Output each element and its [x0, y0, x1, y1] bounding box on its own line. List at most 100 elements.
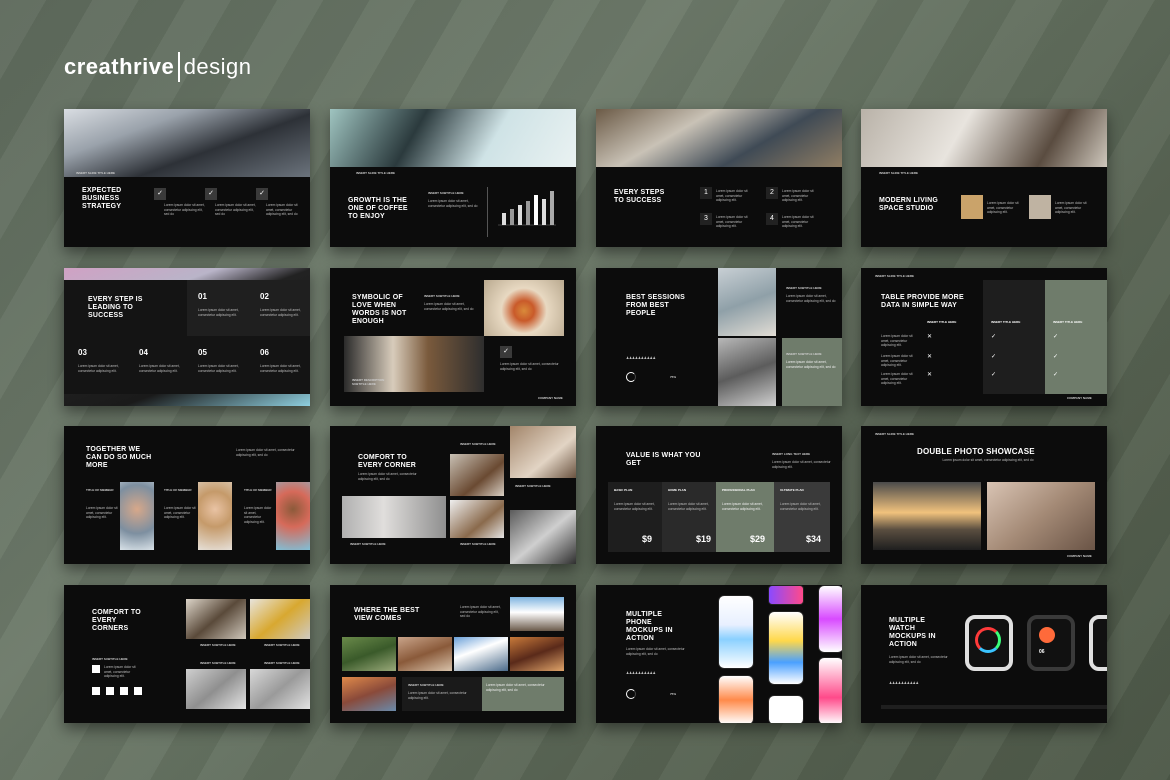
body-text: Lorem ipsum dolor sit amet, consectetur … — [236, 448, 295, 457]
subtitle-label: INSERT SUBTITLE HERE — [350, 542, 386, 546]
social-icon[interactable] — [120, 687, 128, 695]
city-buildings-photo — [64, 109, 310, 177]
company-label: COMPANY NAME — [1067, 554, 1092, 558]
lamp-photo — [510, 510, 576, 564]
slide-heading: COMFORT TO EVERY CORNER — [358, 454, 417, 469]
slide-heading: VALUE IS WHAT YOU GET — [626, 452, 701, 467]
living-photo — [250, 669, 310, 709]
step-number: 06 — [260, 348, 269, 357]
phone-mockup — [818, 657, 842, 723]
plan-feature: Lorem ipsum dolor sit amet, consectetur … — [614, 502, 655, 511]
food-bowl-photo — [484, 280, 564, 336]
slide-phone-mockups[interactable]: MULTIPLE PHONE MOCKUPS IN ACTION Lorem i… — [596, 585, 842, 723]
plan-feature: Lorem ipsum dolor sit amet, consectetur … — [722, 502, 763, 511]
office-photo — [718, 268, 776, 336]
sofa-photo — [342, 496, 446, 538]
phone-mockup — [768, 695, 804, 723]
chair-photo — [961, 195, 983, 219]
step-number: 01 — [198, 292, 207, 301]
company-label: COMPANY NAME — [1067, 396, 1092, 400]
social-icon[interactable] — [92, 687, 100, 695]
slide-expected-business-strategy[interactable]: INSERT SLIDE TITLE HERE EXPECTED BUSINES… — [64, 109, 310, 247]
plan-column — [608, 482, 662, 552]
plan-feature: Lorem ipsum dolor sit amet, consectetur … — [780, 502, 821, 511]
check-icon: ✓ — [1053, 372, 1059, 378]
body-text: Lorem ipsum dolor sit amet, consectetur … — [78, 364, 119, 373]
check-icon: ✓ — [154, 188, 166, 200]
slide-title-label: INSERT SLIDE TITLE HERE — [76, 171, 116, 175]
social-icon[interactable] — [106, 687, 114, 695]
check-icon: ✓ — [1053, 334, 1059, 340]
step-number: 1 — [700, 187, 712, 199]
meeting-table-photo — [596, 109, 842, 167]
body-text: Lorem ipsum dolor sit amet, consectetur … — [164, 203, 205, 216]
slide-every-step-leading[interactable]: EVERY STEP IS LEADING TO SUCCESS 01 02 L… — [64, 268, 310, 406]
step-number: 3 — [700, 213, 712, 225]
progress-ring — [626, 372, 636, 382]
slide-growth-coffee[interactable]: INSERT SLIDE TITLE HERE GROWTH IS THE ON… — [330, 109, 576, 247]
phone-mockup — [718, 595, 754, 669]
slide-heading: MULTIPLE WATCH MOCKUPS IN ACTION — [889, 617, 936, 648]
yellow-chair-photo — [250, 599, 310, 639]
brand-name-light: design — [183, 54, 252, 79]
laptop-photo — [718, 338, 776, 406]
check-icon: ✓ — [1053, 354, 1059, 360]
plan-price: $19 — [696, 534, 712, 544]
subtitle-label: INSERT SUBTITLE HERE — [460, 542, 496, 546]
slide-heading: COMFORT TO EVERY CORNERS — [92, 609, 141, 632]
slide-every-steps[interactable]: EVERY STEPS TO SUCCESS 1 2 3 4 Lorem ips… — [596, 109, 842, 247]
body-text: Lorem ipsum dolor sit amet, consectetur … — [772, 460, 831, 469]
description-label: INSERT DESCRIPTION SUBTITLE HERE — [352, 378, 385, 386]
people-icons-row: ♟♟♟♟♟♟♟♟♟♟ — [626, 356, 656, 360]
slide-together-we[interactable]: TOGETHER WE CAN DO SO MUCH MORE Lorem ip… — [64, 426, 310, 564]
step-number: 4 — [766, 213, 778, 225]
body-text: Lorem ipsum dolor sit amet, consectetur … — [942, 458, 1034, 462]
man-on-sofa-photo — [330, 109, 576, 167]
slide-heading: DOUBLE PHOTO SHOWCASE — [917, 447, 1035, 456]
cross-icon: ✕ — [927, 372, 933, 378]
check-icon: ✓ — [991, 354, 997, 360]
watch-mockup-dark — [1027, 615, 1075, 671]
slide-comfort-every-corner[interactable]: COMFORT TO EVERY CORNER Lorem ipsum dolo… — [330, 426, 576, 564]
plan-name: BASIC PLAN — [614, 488, 633, 492]
body-text: Lorem ipsum dolor sit amet, consectetur … — [424, 302, 474, 311]
slide-watch-mockups[interactable]: MULTIPLE WATCH MOCKUPS IN ACTION Lorem i… — [861, 585, 1107, 723]
social-icon[interactable] — [134, 687, 142, 695]
percent-value: 75% — [670, 692, 677, 696]
company-label: COMPANY NAME — [538, 396, 563, 400]
slide-heading: GROWTH IS THE ONE OF COFFEE TO ENJOY — [348, 197, 408, 220]
plan-name: PROFESSIONAL PLAN — [722, 488, 755, 492]
slide-title-label: INSERT SLIDE TITLE HERE — [875, 274, 915, 278]
slide-comfort-corners[interactable]: COMFORT TO EVERY CORNERS INSERT SUBTITLE… — [64, 585, 310, 723]
phone-mockup — [718, 675, 754, 723]
member-title: Title of member — [164, 488, 192, 492]
slide-modern-living[interactable]: INSERT SLIDE TITLE HERE MODERN LIVING SP… — [861, 109, 1107, 247]
slide-double-photo[interactable]: INSERT SLIDE TITLE HERE DOUBLE PHOTO SHO… — [861, 426, 1107, 564]
slide-title-label: INSERT SLIDE TITLE HERE — [356, 171, 396, 175]
member-title: Title of member — [244, 488, 272, 492]
slide-value-pricing[interactable]: VALUE IS WHAT YOU GET INSERT LONG TEXT H… — [596, 426, 842, 564]
slide-symbolic-love[interactable]: SYMBOLIC OF LOVE WHEN WORDS IS NOT ENOUG… — [330, 268, 576, 406]
slide-best-sessions[interactable]: BEST SESSIONS FROM BEST PEOPLE ♟♟♟♟♟♟♟♟♟… — [596, 268, 842, 406]
body-text: Lorem ipsum dolor sit amet, consectetur … — [244, 506, 272, 524]
slide-heading: MULTIPLE PHONE MOCKUPS IN ACTION — [626, 611, 673, 642]
slide-heading: TOGETHER WE CAN DO SO MUCH MORE — [86, 446, 152, 469]
step-number: 02 — [260, 292, 269, 301]
antelope-canyon-photo — [510, 637, 564, 671]
subtitle-label: INSERT SUBTITLE HERE — [408, 683, 444, 687]
subtitle-label: INSERT SUBTITLE HERE — [92, 657, 128, 661]
slide-table-provide[interactable]: INSERT SLIDE TITLE HERE TABLE PROVIDE MO… — [861, 268, 1107, 406]
alpine-photo — [454, 637, 508, 671]
body-text: Lorem ipsum dolor sit amet, consectetur … — [1055, 201, 1087, 214]
body-text: Lorem ipsum dolor sit amet, consectetur … — [716, 215, 748, 228]
plan-feature: Lorem ipsum dolor sit amet, consectetur … — [668, 502, 709, 511]
sunset-rocks-photo — [342, 677, 396, 711]
bar-chart-graphic — [498, 191, 556, 226]
slide-where-best-view[interactable]: WHERE THE BEST VIEW COMES Lorem ipsum do… — [330, 585, 576, 723]
body-text: Lorem ipsum dolor sit amet, consectetur … — [266, 203, 298, 216]
slide-heading: EVERY STEP IS LEADING TO SUCCESS — [88, 296, 143, 319]
check-icon: ✓ — [500, 346, 512, 358]
check-icon: ✓ — [991, 334, 997, 340]
sage-panel — [782, 338, 842, 406]
body-text: Lorem ipsum dolor sit amet, consectetur … — [164, 506, 196, 519]
